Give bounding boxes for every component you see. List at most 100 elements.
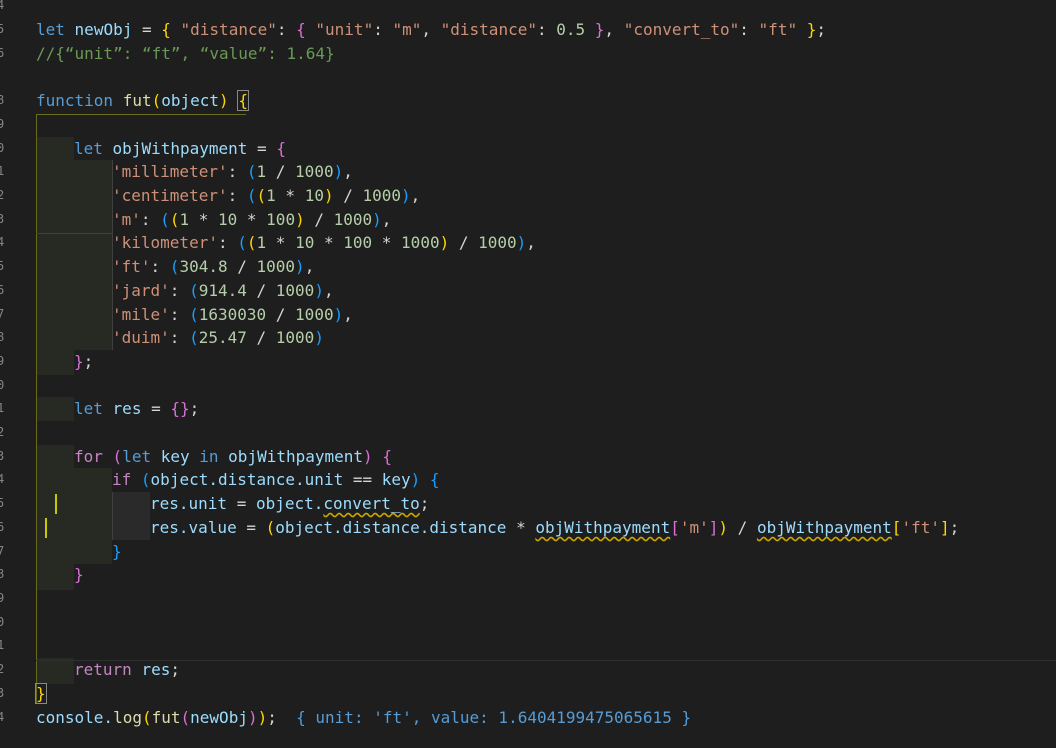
code-line[interactable]: console.log(fut(newObj)); { unit: 'ft', … <box>36 706 691 730</box>
punct: ; <box>83 352 94 371</box>
code-line[interactable]: 'duim': (25.47 / 1000) <box>112 326 324 350</box>
punct: ; <box>419 494 430 513</box>
indent-highlight <box>74 468 112 564</box>
string: "distance" <box>440 20 537 39</box>
paren: ) <box>247 708 258 727</box>
paren: ( <box>265 518 276 537</box>
string: 'ft' <box>901 518 940 537</box>
line-number: 3 <box>0 212 5 226</box>
code-line[interactable]: return res; <box>74 658 180 682</box>
paren: ( <box>246 186 257 205</box>
operator: * <box>189 210 218 229</box>
code-line[interactable]: if (object.distance.unit == key) { <box>112 468 440 492</box>
string: 'centimeter' <box>112 186 228 205</box>
number: 1000 <box>401 233 440 252</box>
number: 1 <box>256 233 267 252</box>
line-number: 4 <box>0 235 5 249</box>
line-number: 0 <box>0 378 5 392</box>
code-line[interactable]: 'jard': (914.4 / 1000), <box>112 279 334 303</box>
operator: / <box>227 257 257 276</box>
identifier: newObj <box>74 20 133 39</box>
indent-guide <box>36 233 112 234</box>
code-line[interactable]: let res = {}; <box>74 397 199 421</box>
code-line[interactable]: for (let key in objWithpayment) { <box>74 445 392 469</box>
paren: ( <box>140 470 151 489</box>
code-line[interactable]: //{“unit”: “ft”, “value”: 1.64} <box>36 42 335 66</box>
number: 100 <box>266 210 296 229</box>
number: 10 <box>218 210 238 229</box>
operator: * <box>237 210 267 229</box>
brace: } <box>74 565 84 584</box>
punct: ; <box>189 399 200 418</box>
paren: ( <box>189 281 199 300</box>
keyword: in <box>189 447 229 466</box>
number: 25.47 <box>198 328 247 347</box>
code-line[interactable]: 'millimeter': (1 / 1000), <box>112 160 353 184</box>
line-number: 3 <box>0 449 5 463</box>
code-line[interactable]: 'm': ((1 * 10 * 100) / 1000), <box>112 208 391 232</box>
line-number: 2 <box>0 188 5 202</box>
line-number: 8 <box>0 330 5 344</box>
operator: / <box>333 186 363 205</box>
brace: { <box>296 20 306 39</box>
code-line[interactable]: } <box>35 682 47 706</box>
number: 1 <box>256 162 267 181</box>
code-line[interactable]: res.value = (object.distance.distance * … <box>150 516 959 540</box>
code-line[interactable]: 'mile': (1630030 / 1000), <box>112 303 353 327</box>
line-number: 3 <box>0 686 5 700</box>
brace: } <box>74 352 84 371</box>
indent-highlight <box>36 658 74 684</box>
number: 914.4 <box>198 281 247 300</box>
operator: * <box>314 233 344 252</box>
string: 'ft' <box>112 257 151 276</box>
code-line[interactable]: 'kilometer': ((1 * 10 * 100 * 1000) / 10… <box>112 231 536 255</box>
identifier-warning[interactable]: objWithpayment <box>757 518 892 537</box>
paren: ( <box>180 708 191 727</box>
keyword: let <box>74 139 103 158</box>
code-line[interactable]: }; <box>74 350 93 374</box>
paren: ( <box>160 210 170 229</box>
brace: { <box>237 90 249 111</box>
line-number: 4 <box>0 710 5 724</box>
punct: , <box>410 186 421 205</box>
code-line[interactable]: 'ft': (304.8 / 1000), <box>112 255 314 279</box>
code-line[interactable]: } <box>74 563 84 587</box>
keyword: function <box>36 91 114 110</box>
code-line[interactable]: function fut(object) { <box>36 89 249 113</box>
paren: ( <box>237 233 247 252</box>
line-number: 5 <box>0 259 5 273</box>
code-line[interactable]: res.unit = object.convert_to; <box>150 492 429 516</box>
paren: ) <box>718 518 729 537</box>
identifier-warning[interactable]: convert_to <box>323 494 419 513</box>
line-number: 0 <box>0 615 5 629</box>
punct: , <box>421 20 441 39</box>
paren: ( <box>169 257 180 276</box>
identifier: key <box>160 447 190 466</box>
identifier-warning[interactable]: objWithpayment <box>535 518 670 537</box>
scope-guide <box>36 114 246 115</box>
identifier: res.value <box>150 518 237 537</box>
brace: } <box>594 20 605 39</box>
code-line[interactable]: let objWithpayment = { <box>74 137 286 161</box>
code-line[interactable]: let newObj = { "distance": { "unit": "m"… <box>36 18 826 42</box>
punct: , <box>381 210 392 229</box>
operator: = <box>227 494 256 513</box>
inline-output: { unit: 'ft', value: 1.6404199475065615 … <box>276 708 692 727</box>
punct: ; <box>949 518 960 537</box>
line-number: 9 <box>0 591 5 605</box>
code-editor[interactable]: 4 5 6 8 9 0 1 2 3 4 5 6 7 8 9 0 1 2 3 4 … <box>0 0 1056 748</box>
paren: ) <box>333 162 344 181</box>
code-line[interactable]: 'centimeter': ((1 * 10) / 1000), <box>112 184 420 208</box>
punct: : <box>227 186 247 205</box>
operator: = <box>141 399 171 418</box>
line-number: 6 <box>0 520 5 534</box>
number: 1000 <box>275 281 315 300</box>
operator: = <box>236 518 266 537</box>
code-line[interactable]: } <box>112 540 122 564</box>
